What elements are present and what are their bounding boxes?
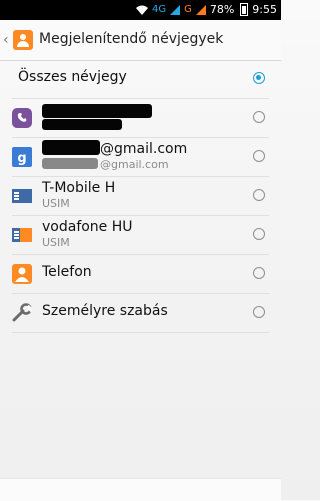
list-item-label: vodafone HU xyxy=(42,219,133,235)
list-item-label: T-Mobile H xyxy=(42,180,116,196)
list-item-sublabel: USIM xyxy=(42,236,70,249)
list-item-label: Összes névjegy xyxy=(18,69,127,85)
contacts-app-icon[interactable] xyxy=(13,30,33,50)
radio-selected[interactable] xyxy=(253,72,265,84)
back-chevron-icon[interactable]: ‹ xyxy=(3,32,9,48)
list-item-google[interactable]: g @gmail.com @gmail.com xyxy=(12,138,269,177)
account-list: Összes névjegy g @gmail.com @gmail.com T… xyxy=(0,60,281,333)
signal-icon-2 xyxy=(195,4,206,15)
redacted-email-sub xyxy=(42,158,98,169)
radio-unselected[interactable] xyxy=(253,306,265,318)
radio-unselected[interactable] xyxy=(253,189,265,201)
list-item-label: @gmail.com xyxy=(100,141,188,157)
list-item-label: Személyre szabás xyxy=(42,303,168,319)
list-item-all-contacts[interactable]: Összes névjegy xyxy=(12,60,269,99)
phone-contacts-icon xyxy=(12,264,32,284)
wrench-icon xyxy=(12,303,32,322)
viber-icon xyxy=(12,108,32,128)
network-type-g: G xyxy=(184,4,192,15)
battery-icon xyxy=(240,3,249,16)
list-item-sublabel: USIM xyxy=(42,197,70,210)
bottom-divider xyxy=(0,478,281,501)
status-bar: 4G G 78% 9:55 xyxy=(0,0,281,20)
page-title: Megjelenítendő névjegyek xyxy=(39,31,224,47)
radio-unselected[interactable] xyxy=(253,111,265,123)
redacted-email xyxy=(42,140,100,155)
svg-text:g: g xyxy=(17,151,26,166)
list-item-viber[interactable] xyxy=(12,99,269,138)
radio-unselected[interactable] xyxy=(253,267,265,279)
wifi-icon xyxy=(135,5,148,15)
list-item-telefon[interactable]: Telefon xyxy=(12,255,269,294)
signal-icon xyxy=(170,4,181,15)
redacted-name xyxy=(42,104,152,118)
list-item-vodafone[interactable]: vodafone HU USIM xyxy=(12,216,269,255)
list-item-sublabel: @gmail.com xyxy=(100,158,169,171)
sim-card-icon xyxy=(12,189,32,203)
battery-percent: 78% xyxy=(209,3,235,16)
title-bar: ‹ Megjelenítendő névjegyek xyxy=(0,20,281,61)
list-item-customize[interactable]: Személyre szabás xyxy=(12,294,269,333)
google-icon: g xyxy=(12,147,32,167)
sim-card-icon xyxy=(12,228,32,242)
network-type-4g: 4G xyxy=(151,4,167,15)
list-item-t-mobile[interactable]: T-Mobile H USIM xyxy=(12,177,269,216)
list-item-label: Telefon xyxy=(42,264,92,280)
clock: 9:55 xyxy=(252,3,277,16)
radio-unselected[interactable] xyxy=(253,228,265,240)
radio-unselected[interactable] xyxy=(253,150,265,162)
redacted-detail xyxy=(42,119,122,130)
